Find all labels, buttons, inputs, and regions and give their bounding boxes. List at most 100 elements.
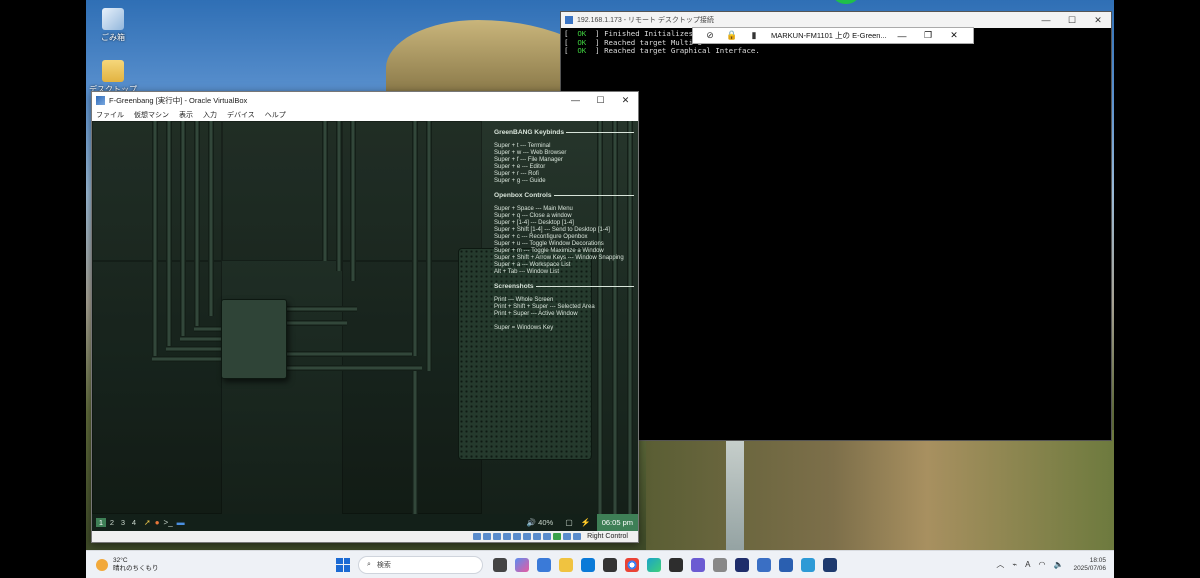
minimize-icon[interactable]: — [1033,15,1059,26]
pin-off-icon[interactable]: ⊘ [699,30,721,41]
network-icon[interactable] [503,533,512,540]
signal-icon: ▮ [751,30,757,40]
github-icon[interactable] [669,557,683,572]
hdd-icon[interactable] [473,533,482,540]
workspace-4[interactable]: 4 [129,518,139,527]
copilot-icon[interactable] [515,557,529,572]
menu-help[interactable]: ヘルプ [265,110,286,120]
openbox-heading: Openbox Controls [494,192,634,199]
folder-icon[interactable]: ▬ [177,518,185,527]
virtualbox-vm-icon[interactable] [823,557,837,572]
network-icon[interactable]: ⚡ [581,518,591,527]
menu-file[interactable]: ファイル [96,110,124,120]
recording-icon[interactable] [543,533,552,540]
app-icon[interactable] [713,557,727,572]
pipe [208,121,214,316]
mouse-icon[interactable] [563,533,572,540]
virtualbox-icon[interactable] [779,557,793,572]
minimize-icon[interactable]: — [563,95,588,106]
ime-indicator[interactable]: A [1025,560,1030,569]
folder-icon [102,60,124,82]
pipe [412,371,418,514]
display-icon[interactable] [533,533,542,540]
vm-display[interactable]: GreenBANG Keybinds Super + t --- Termina… [92,121,638,531]
menu-input[interactable]: 入力 [203,110,217,120]
pipe [194,326,222,332]
host-key-label: Right Control [587,533,628,540]
close-icon[interactable]: ✕ [613,95,638,106]
app-icon[interactable] [691,557,705,572]
firefox-icon[interactable]: ● [155,518,160,527]
weather-sun-icon [96,558,108,571]
terminal-icon[interactable] [603,557,617,572]
shared-folder-icon[interactable] [523,533,532,540]
maximize-icon[interactable]: ☐ [1059,15,1085,26]
rdp-title: 192.168.1.173 - リモート デスクトップ接続 [577,17,714,24]
menu-view[interactable]: 表示 [179,110,193,120]
optical-icon[interactable] [483,533,492,540]
wifi-icon[interactable]: ◠ [1039,560,1046,569]
chrome-icon[interactable] [625,557,639,572]
rdp-titlebar[interactable]: 192.168.1.173 - リモート デスクトップ接続 — ☐ ✕ [561,12,1111,28]
wallpaper-waterfall [726,440,744,550]
keybind-line: Super + m --- Toggle Maximize a Window [494,248,604,254]
keybind-line: Super + g --- Guide [494,178,546,184]
close-icon[interactable]: ✕ [1085,15,1111,26]
rocket-icon[interactable]: ➚ [144,518,151,527]
workspace-3[interactable]: 3 [118,518,128,527]
pipe [426,121,432,371]
screen-frame-left [0,0,86,578]
terminal-icon[interactable]: >_ [164,518,173,527]
console-line: [ OK ] Reached target Graphical Interfac… [564,46,760,55]
keybind-line: Alt + Tab --- Window List [494,269,560,275]
workspace-2[interactable]: 2 [107,518,117,527]
store-icon[interactable] [581,557,595,572]
lock-icon[interactable]: 🔒 [721,30,743,41]
start-button[interactable] [336,557,350,572]
pipe [166,121,172,346]
vt-icon[interactable] [553,533,562,540]
screenshots-heading: Screenshots [494,283,634,290]
desktop-icon-folder[interactable]: デスクトップ [88,60,138,95]
app-icon[interactable] [735,557,749,572]
rdp-window[interactable]: 192.168.1.173 - リモート デスクトップ接続 — ☐ ✕ [ OK… [560,11,1112,441]
menu-machine[interactable]: 仮想マシン [134,110,169,120]
remote-desktop-icon[interactable] [757,557,771,572]
keybind-line: Super + [1-4] --- Desktop [1-4] [494,220,574,226]
super-key-note: Super = Windows Key [494,325,554,331]
pipe [336,121,342,271]
edge-icon[interactable] [647,557,661,572]
widgets-icon[interactable] [537,557,551,572]
vm-clock[interactable]: 06:05 pm [596,514,638,531]
vbox-titlebar[interactable]: F-Greenbang [実行中] - Oracle VirtualBox — … [92,92,638,109]
close-icon[interactable]: ✕ [941,30,967,41]
usb-icon[interactable] [513,533,522,540]
keyboard-icon[interactable] [573,533,582,540]
menu-devices[interactable]: デバイス [227,110,255,120]
pipe [287,351,412,357]
chevron-up-icon[interactable]: ︿ [996,559,1004,570]
pipe [180,121,186,336]
display-icon[interactable]: ▢ [565,518,573,527]
audio-icon[interactable] [493,533,502,540]
desktop-icon-recycle-bin[interactable]: ごみ箱 [88,8,138,43]
file-explorer-icon[interactable] [559,557,573,572]
maximize-icon[interactable]: ☐ [588,95,613,106]
volume-indicator[interactable]: 🔊 40% [527,518,553,527]
weather-widget[interactable]: 32°C 晴れのちくもり [86,557,296,573]
app-icon[interactable] [801,557,815,572]
taskbar-search[interactable]: ⌕ 検索 [358,555,483,574]
taskbar-clock[interactable]: 18:05 2025/07/06 [1073,557,1106,573]
minimize-icon[interactable]: — [889,31,915,41]
keybind-line: Super + Shift [1-4] --- Send to Desktop … [494,227,610,233]
taskbar-apps [489,557,841,572]
virtualbox-window[interactable]: F-Greenbang [実行中] - Oracle VirtualBox — … [91,91,639,543]
network-icon[interactable]: ⌁ [1012,560,1017,569]
restore-icon[interactable]: ❐ [915,30,941,41]
vbox-menubar: ファイル 仮想マシン 表示 入力 デバイス ヘルプ [92,109,638,121]
task-view-icon[interactable] [493,557,507,572]
clock-date: 2025/07/06 [1073,564,1106,572]
workspace-1[interactable]: 1 [96,518,106,527]
volume-icon[interactable]: 🔈 [1053,560,1063,569]
rdp-connection-bar[interactable]: ⊘ 🔒 ▮ MARKUN-FM1101 上の E-Green... — ❐ ✕ [692,27,974,44]
